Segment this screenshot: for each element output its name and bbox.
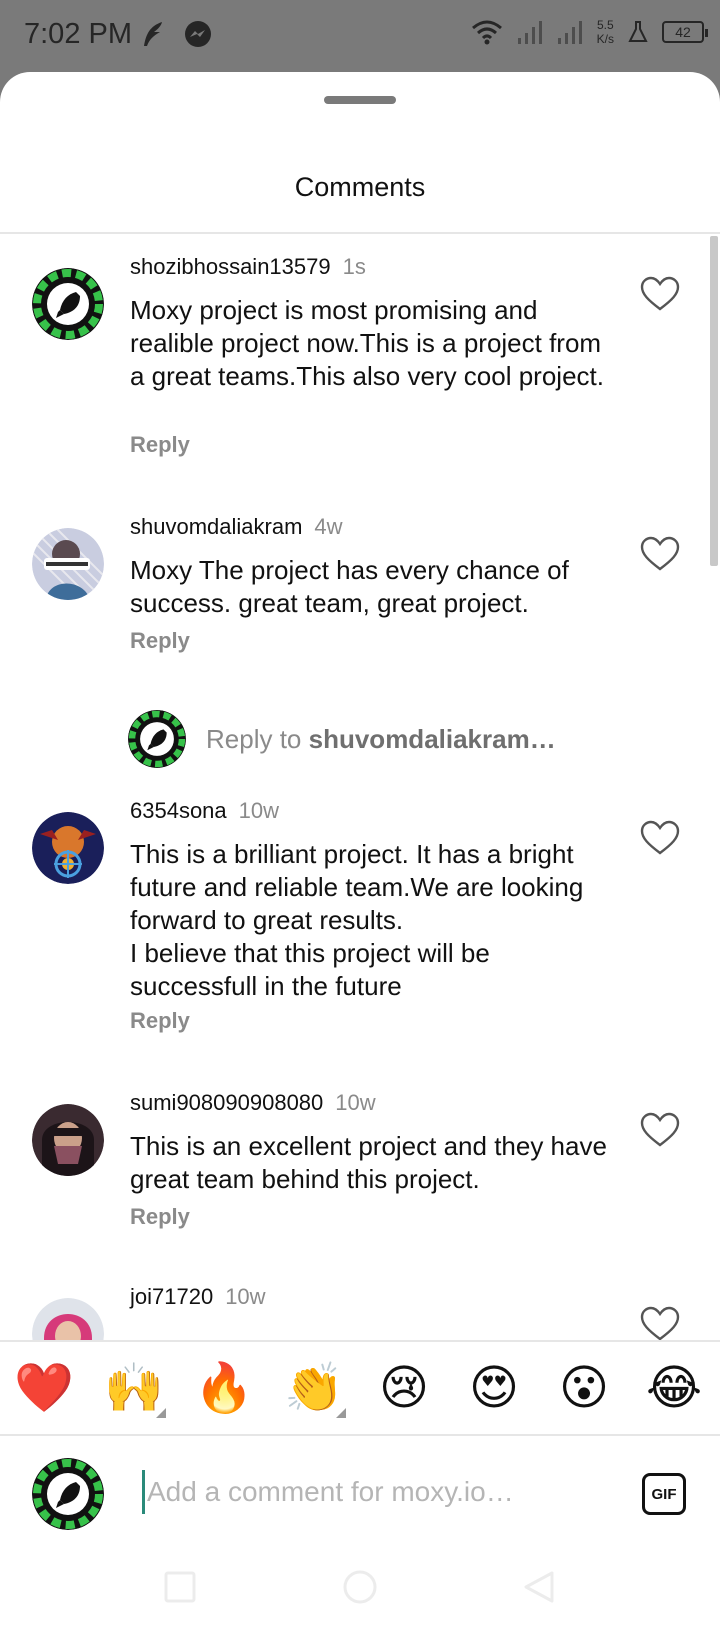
comment-time: 10w [238,798,280,823]
avatar[interactable] [32,1298,104,1340]
user-photo [32,812,104,884]
feather-icon [144,22,162,46]
battery-indicator: 42 [662,21,708,43]
comment-item: joi71720 10w [0,1284,710,1340]
heart-icon[interactable] [640,536,680,572]
comment-item: shozibhossain13579 1s Moxy project is mos… [0,254,710,484]
avatar[interactable] [32,268,104,340]
comment-username[interactable]: shozibhossain13579 [130,254,331,279]
emoji-raising-hands[interactable]: 🙌 [102,1360,166,1418]
emoji-fire[interactable]: 🔥 [192,1360,256,1416]
user-photo [32,528,104,600]
comment-text: Moxy The project has every chance of suc… [130,555,569,618]
emoji-reaction-bar: ❤️ 🙌 🔥 👏 😢 😍 😮 😂 [0,1342,720,1434]
avatar[interactable] [32,1104,104,1176]
reply-button[interactable]: Reply [130,432,190,458]
moxy-logo-icon [32,1458,104,1530]
heart-icon[interactable] [640,820,680,856]
reply-button[interactable]: Reply [130,628,190,654]
emoji-surprised-face[interactable]: 😮 [552,1360,616,1416]
comment-text: This is an excellent project and they ha… [130,1131,607,1194]
status-bar: 7:02 PM 5.5 K/s 42 [0,0,720,72]
navigation-bar [0,1546,720,1640]
gif-button[interactable]: GIF [642,1473,686,1515]
comment-composer: GIF [0,1436,720,1546]
heart-icon[interactable] [640,276,680,312]
comments-list[interactable]: shozibhossain13579 1s Moxy project is mos… [0,234,720,1340]
comment-text: Moxy project is most promising and reali… [130,295,604,391]
recents-icon[interactable] [163,1570,197,1604]
user-photo [32,1298,104,1340]
emoji-heart[interactable]: ❤️ [12,1360,76,1416]
reply-button[interactable]: Reply [130,1008,190,1034]
reply-to-username: shuvomdaliakram… [308,724,556,754]
skin-tone-indicator [156,1408,166,1418]
comment-username[interactable]: joi71720 [130,1284,213,1309]
comments-sheet: Comments shozibhossain13579 1s Moxy proje… [0,72,720,1640]
signal-icon-2 [557,21,582,44]
comment-time: 4w [314,514,343,539]
page-title: Comments [294,172,426,202]
avatar[interactable] [32,528,104,600]
drag-handle[interactable] [324,96,396,104]
comment-item: 6354sona 10w This is a brilliant project.… [0,798,710,1058]
user-photo [32,1104,104,1176]
heart-icon[interactable] [640,1112,680,1148]
back-icon[interactable] [522,1570,556,1604]
reply-to-label: Reply to [206,724,302,754]
flask-icon [628,21,648,42]
emoji-clapping-hands[interactable]: 👏 [282,1360,346,1418]
comment-time: 10w [335,1090,376,1115]
moxy-logo-icon [128,710,186,768]
status-time: 7:02 PM [24,18,132,50]
home-icon[interactable] [342,1569,378,1605]
reply-button[interactable]: Reply [130,1204,190,1230]
comment-time: 10w [225,1284,266,1309]
scrollbar[interactable] [710,236,718,566]
emoji-crying-face[interactable]: 😢 [372,1360,436,1416]
avatar [32,1458,104,1530]
comment-username[interactable]: shuvomdaliakram [130,514,302,539]
avatar [128,710,186,768]
avatar[interactable] [32,812,104,884]
emoji-heart-eyes[interactable]: 😍 [462,1360,526,1416]
comment-username[interactable]: 6354sona [130,798,227,823]
signal-icon [517,21,542,44]
moxy-logo-icon [32,268,104,340]
network-speed: 5.5 K/s [596,18,614,46]
reply-to-prompt[interactable]: Reply to shuvomdaliakram… [0,710,710,770]
wifi-icon [471,20,502,45]
comment-username[interactable]: sumi908090908080 [130,1090,323,1115]
emoji-laughing-face[interactable]: 😂 [642,1360,706,1416]
comment-text: This is a brilliant project. It has a br… [130,839,584,1001]
comment-time: 1s [342,254,366,279]
comment-input[interactable] [142,1470,602,1514]
skin-tone-indicator [336,1408,346,1418]
comment-item: shuvomdaliakram 4w Moxy The project has e… [0,514,710,674]
messenger-icon [185,21,211,47]
heart-icon[interactable] [640,1306,680,1340]
comment-item: sumi908090908080 10w This is an excellent… [0,1090,710,1250]
